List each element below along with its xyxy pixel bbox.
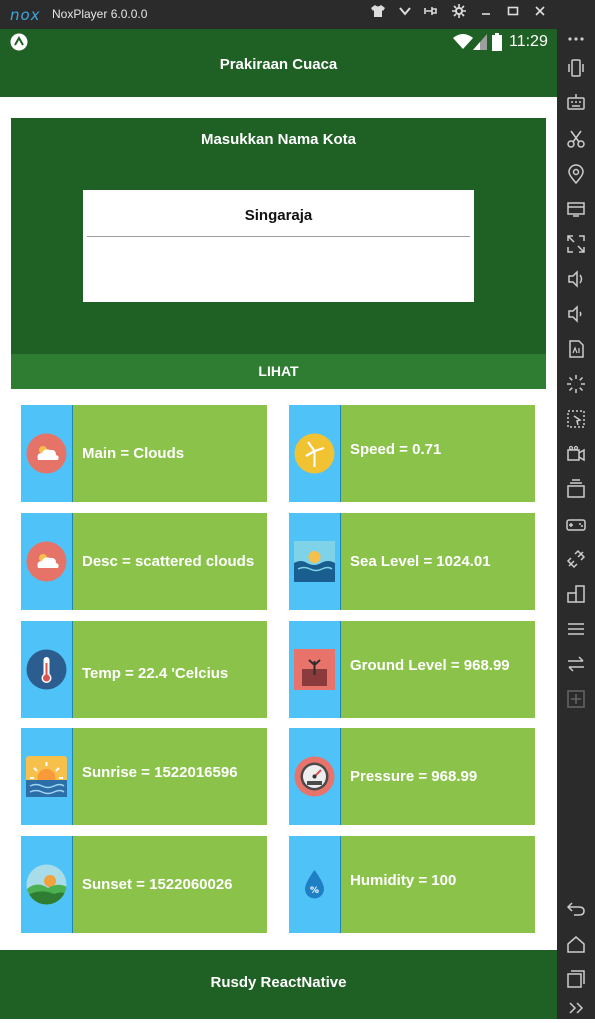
app-title: Prakiraan Cuaca xyxy=(219,56,338,73)
volume-down-icon[interactable] xyxy=(566,304,586,324)
loading-spinner-icon[interactable] xyxy=(566,374,586,394)
card-icon-strip xyxy=(21,836,73,933)
battery-icon xyxy=(492,33,502,51)
shortcut-link-icon[interactable] xyxy=(566,549,586,569)
card-icon-strip xyxy=(21,513,73,610)
card-label: Sunrise = 1522016596 xyxy=(82,764,238,781)
keyboard-icon[interactable] xyxy=(566,93,586,113)
video-record-icon[interactable] xyxy=(566,444,586,464)
weather-card-temp: Temp = 22.4 'Celcius xyxy=(21,621,267,718)
maximize-icon[interactable] xyxy=(503,4,523,24)
city-search-panel: Masukkan Nama Kota xyxy=(11,118,546,354)
card-label: Humidity = 100 xyxy=(350,872,457,889)
weather-card-speed: Speed = 0.71 xyxy=(289,405,535,502)
gamepad-icon[interactable] xyxy=(566,514,586,534)
more-options-icon[interactable] xyxy=(566,29,586,49)
card-label: Speed = 0.71 xyxy=(350,441,442,458)
emulator-title-bar: nox NoxPlayer 6.0.0.0 xyxy=(0,0,557,29)
sea-wave-icon xyxy=(294,541,335,582)
card-icon-strip xyxy=(21,728,73,825)
card-icon-strip xyxy=(21,405,73,502)
weather-card-sea-level: Sea Level = 1024.01 xyxy=(289,513,535,610)
apk-install-icon[interactable] xyxy=(566,339,586,359)
swap-arrows-icon[interactable] xyxy=(566,654,586,674)
volume-up-icon[interactable] xyxy=(566,269,586,289)
app-header: Prakiraan Cuaca xyxy=(0,55,557,97)
status-time: 11:29 xyxy=(509,33,548,50)
android-status-bar: 11:29 xyxy=(0,29,557,55)
shake-device-icon[interactable] xyxy=(566,58,586,78)
pressure-gauge-icon xyxy=(294,756,335,797)
svg-text:%: % xyxy=(310,886,319,896)
card-label: Desc = scattered clouds xyxy=(82,553,255,570)
screen-icon[interactable] xyxy=(566,199,586,219)
card-label: Main = Clouds xyxy=(82,445,185,462)
expand-sidebar-icon[interactable] xyxy=(566,998,586,1018)
city-input[interactable] xyxy=(87,194,470,237)
weather-card-ground-level: Ground Level = 968.99 xyxy=(289,621,535,718)
chevron-down-icon[interactable] xyxy=(395,4,415,24)
signal-icon xyxy=(473,34,487,50)
card-label: Temp = 22.4 'Celcius xyxy=(82,665,229,682)
minimize-icon[interactable] xyxy=(476,4,496,24)
humidity-drop-icon: % xyxy=(294,864,335,905)
close-icon[interactable] xyxy=(530,4,550,24)
card-label: Sea Level = 1024.01 xyxy=(350,553,491,570)
menu-icon[interactable] xyxy=(566,619,586,639)
card-label: Pressure = 968.99 xyxy=(350,768,478,785)
main-content: Masukkan Nama Kota LIHAT Main = Clouds S… xyxy=(0,97,557,950)
location-icon[interactable] xyxy=(566,164,586,185)
card-icon-strip xyxy=(289,513,341,610)
sunrise-icon xyxy=(26,756,67,797)
scissors-icon[interactable] xyxy=(566,129,586,149)
weather-card-desc: Desc = scattered clouds xyxy=(21,513,267,610)
app-notification-icon xyxy=(10,33,28,51)
card-label: Ground Level = 968.99 xyxy=(350,657,510,674)
app-footer: Rusdy ReactNative xyxy=(0,950,557,1019)
lihat-button[interactable]: LIHAT xyxy=(11,354,546,389)
gear-icon[interactable] xyxy=(449,4,469,24)
footer-text: Rusdy ReactNative xyxy=(210,974,347,991)
cloud-sun-icon xyxy=(26,433,67,474)
weather-card-pressure: Pressure = 968.99 xyxy=(289,728,535,825)
window-title: NoxPlayer 6.0.0.0 xyxy=(52,7,148,21)
card-icon-strip xyxy=(289,405,341,502)
shirt-icon[interactable] xyxy=(368,4,388,24)
weather-card-humidity: % Humidity = 100 xyxy=(289,836,535,933)
sunset-hills-icon xyxy=(26,864,67,905)
thermometer-icon xyxy=(26,649,67,690)
card-icon-strip xyxy=(289,728,341,825)
macro-record-icon[interactable] xyxy=(566,409,586,429)
pin-icon[interactable] xyxy=(421,4,441,24)
ground-sprout-icon xyxy=(294,649,335,690)
recent-apps-icon[interactable] xyxy=(566,969,586,989)
add-panel-icon xyxy=(566,689,586,709)
emulator-sidebar xyxy=(557,0,595,1019)
city-search-heading: Masukkan Nama Kota xyxy=(200,131,357,148)
weather-card-sunrise: Sunrise = 1522016596 xyxy=(21,728,267,825)
card-icon-strip: % xyxy=(289,836,341,933)
fullscreen-icon[interactable] xyxy=(566,234,586,254)
card-icon-strip xyxy=(289,621,341,718)
cloud-sun-icon xyxy=(26,541,67,582)
card-label: Sunset = 1522060026 xyxy=(82,876,233,893)
wifi-icon xyxy=(453,33,473,51)
multi-instance-icon[interactable] xyxy=(566,479,586,499)
back-icon[interactable] xyxy=(566,898,586,918)
home-icon[interactable] xyxy=(566,934,586,954)
city-input-box xyxy=(83,190,474,302)
nox-logo: nox xyxy=(10,6,41,24)
resize-window-icon[interactable] xyxy=(566,584,586,604)
wind-turbine-icon xyxy=(294,433,335,474)
card-icon-strip xyxy=(21,621,73,718)
weather-card-sunset: Sunset = 1522060026 xyxy=(21,836,267,933)
weather-card-main: Main = Clouds xyxy=(21,405,267,502)
